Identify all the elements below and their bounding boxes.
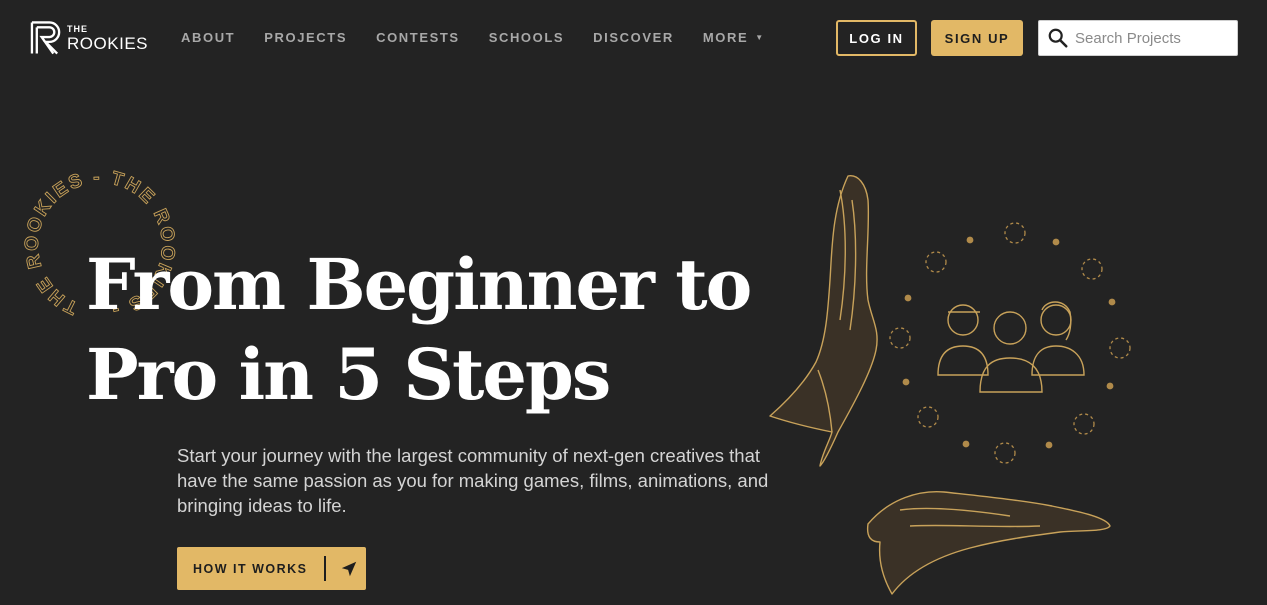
nav-discover[interactable]: DISCOVER <box>593 30 674 45</box>
hero-subtitle: Start your journey with the largest comm… <box>177 445 769 516</box>
nav-more-label: MORE <box>702 30 749 45</box>
hero-title: From Beginner to Pro in 5 Steps <box>86 240 766 420</box>
nav-schools[interactable]: SCHOOLS <box>489 30 564 45</box>
hero-title-line-2: Pro in 5 Steps <box>86 333 611 416</box>
lower-hand-icon <box>866 491 1111 595</box>
hero-title-line-1: From Beginner to <box>86 243 752 326</box>
high-five-community-illustration <box>769 175 1131 595</box>
rookies-logo-icon <box>30 21 61 55</box>
community-people-icon <box>937 301 1085 393</box>
login-button[interactable]: LOG IN <box>836 20 917 56</box>
raised-hand-icon <box>769 175 878 467</box>
search-icon[interactable] <box>1047 27 1069 49</box>
search-box[interactable] <box>1038 20 1238 56</box>
cta-divider <box>323 556 326 581</box>
how-it-works-button[interactable]: HOW IT WORKS <box>177 547 366 590</box>
nav-more[interactable]: MORE ▼ <box>703 30 765 45</box>
logo-name-text: ROOKIES <box>67 33 148 53</box>
signup-button[interactable]: SIGN UP <box>931 20 1023 56</box>
caret-down-icon: ▼ <box>755 33 765 42</box>
orbit-dashed-circles <box>889 222 1131 464</box>
logo[interactable]: THE ROOKIES <box>30 20 148 56</box>
navigation-arrow-icon <box>341 561 356 576</box>
orbit-dots <box>902 236 1116 449</box>
main-nav: ABOUT PROJECTS CONTESTS SCHOOLS DISCOVER… <box>181 30 794 45</box>
search-input[interactable] <box>1075 29 1230 47</box>
logo-the-text: THE <box>67 23 89 34</box>
nav-projects[interactable]: PROJECTS <box>264 30 347 45</box>
navbar: THE ROOKIES ABOUT PROJECTS CONTESTS SCHO… <box>0 0 1267 76</box>
nav-contests[interactable]: CONTESTS <box>376 30 460 45</box>
nav-about[interactable]: ABOUT <box>181 30 235 45</box>
how-it-works-label: HOW IT WORKS <box>193 561 308 576</box>
